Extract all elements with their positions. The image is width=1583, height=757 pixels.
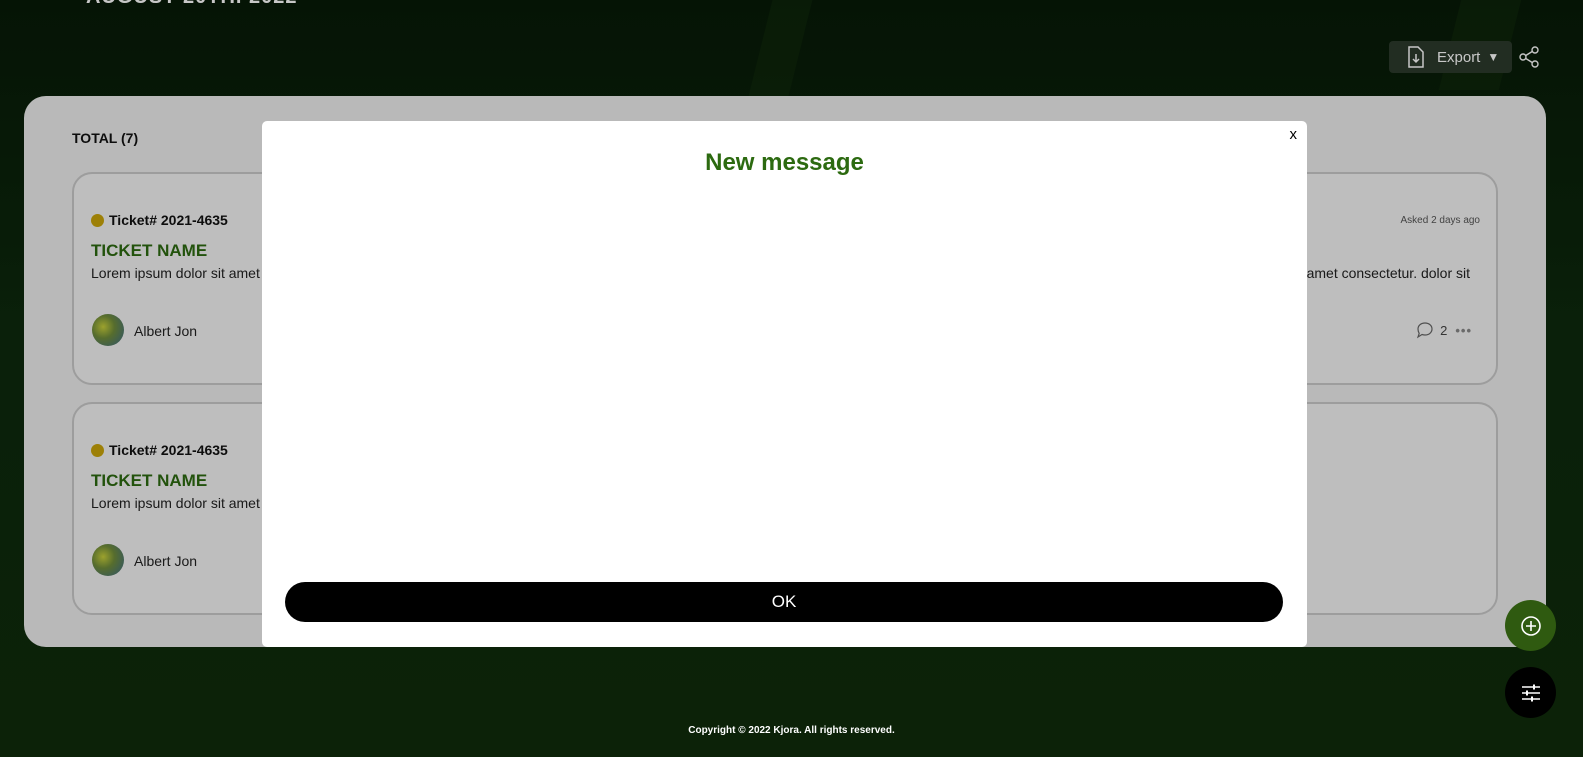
filter-button[interactable]	[1505, 667, 1556, 718]
ok-button[interactable]: OK	[285, 582, 1283, 622]
new-message-modal: x New message OK	[262, 121, 1307, 647]
close-button[interactable]: x	[1290, 126, 1298, 143]
footer-copyright: Copyright © 2022 Kjora. All rights reser…	[688, 725, 895, 736]
sliders-icon	[1521, 684, 1540, 701]
modal-title: New message	[705, 149, 864, 176]
plus-circle-icon	[1520, 615, 1541, 636]
add-ticket-button[interactable]	[1505, 600, 1556, 651]
